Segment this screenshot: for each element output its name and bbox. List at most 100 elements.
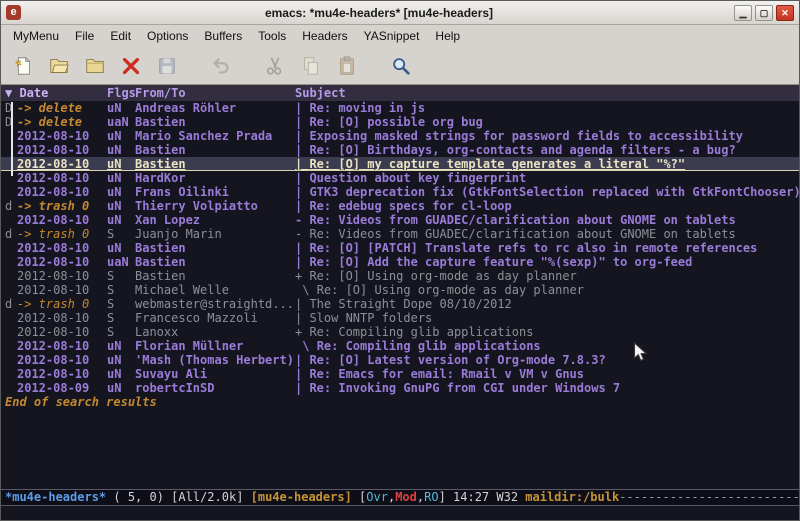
message-mark: [5, 269, 17, 283]
message-flags: uN: [107, 241, 135, 255]
kill-buffer-icon[interactable]: [117, 52, 145, 80]
message-date: 2012-08-10: [17, 283, 107, 297]
message-subject: Re: moving in js: [309, 101, 799, 115]
minibuffer[interactable]: [1, 506, 799, 520]
headers-header-line: ▼ Date Flgs From/To Subject: [1, 85, 799, 101]
open-file-icon[interactable]: [45, 52, 73, 80]
message-date: 2012-08-10: [17, 353, 107, 367]
message-from: Xan Lopez: [135, 213, 295, 227]
message-date: 2012-08-10: [17, 157, 107, 170]
column-header-flags[interactable]: Flgs: [107, 85, 135, 101]
message-row[interactable]: d-> trash 0uNThierry Volpiatto| Re: edeb…: [1, 199, 799, 213]
search-icon[interactable]: [387, 52, 415, 80]
column-header-date[interactable]: ▼ Date: [5, 85, 107, 101]
menu-mymenu[interactable]: MyMenu: [5, 26, 67, 46]
message-row[interactable]: D-> deleteuaNBastien| Re: [O] possible o…: [1, 115, 799, 129]
message-row[interactable]: 2012-08-10uNMario Sanchez Prada| Exposin…: [1, 129, 799, 143]
menu-buffers[interactable]: Buffers: [196, 26, 250, 46]
new-file-icon[interactable]: [9, 52, 37, 80]
menu-options[interactable]: Options: [139, 26, 196, 46]
message-date: 2012-08-10: [17, 255, 107, 269]
message-thread-sep: |: [295, 185, 309, 199]
message-row[interactable]: 2012-08-10uNFrans Oilinki| GTK3 deprecat…: [1, 185, 799, 199]
message-row[interactable]: 2012-08-10SBastien+ Re: [O] Using org-mo…: [1, 269, 799, 283]
cut-icon: [261, 52, 289, 80]
message-mark: d: [5, 227, 17, 241]
message-date: 2012-08-10: [17, 325, 107, 339]
scrollbar-thumb[interactable]: [11, 102, 13, 176]
menu-headers[interactable]: Headers: [294, 26, 355, 46]
message-row[interactable]: 2012-08-10uNHardKor| Question about key …: [1, 171, 799, 185]
message-mark: [5, 325, 17, 339]
message-row[interactable]: 2012-08-10uNBastien| Re: [O] Birthdays, …: [1, 143, 799, 157]
message-row[interactable]: 2012-08-10uNBastien| Re: [O] my capture …: [1, 157, 799, 171]
message-from: Bastien: [135, 241, 295, 255]
message-date: 2012-08-10: [17, 367, 107, 381]
minimize-button[interactable]: ▁: [734, 5, 752, 21]
message-subject: Re: [O] my capture template generates a …: [309, 157, 799, 170]
mode-line[interactable]: *mu4e-headers* ( 5, 0) [All/2.0k] [mu4e-…: [1, 489, 799, 506]
window-title: emacs: *mu4e-headers* [mu4e-headers]: [27, 6, 731, 20]
message-row[interactable]: D-> deleteuNAndreas Röhler| Re: moving i…: [1, 101, 799, 115]
message-row[interactable]: 2012-08-10uN'Mash (Thomas Herbert)| Re: …: [1, 353, 799, 367]
dired-icon[interactable]: [81, 52, 109, 80]
message-from: HardKor: [135, 171, 295, 185]
message-from: 'Mash (Thomas Herbert): [135, 353, 295, 367]
message-subject: Re: Videos from GUADEC/clarification abo…: [309, 213, 799, 227]
menu-file[interactable]: File: [67, 26, 102, 46]
message-date: -> delete: [17, 115, 107, 129]
menu-tools[interactable]: Tools: [250, 26, 294, 46]
message-from: Juanjo Marin: [135, 227, 295, 241]
message-date: -> trash 0: [17, 199, 107, 213]
titlebar[interactable]: e emacs: *mu4e-headers* [mu4e-headers] ▁…: [1, 1, 799, 25]
message-from: Bastien: [135, 269, 295, 283]
message-row[interactable]: 2012-08-10uNFlorian Müllner \ Re: Compil…: [1, 339, 799, 353]
message-flags: S: [107, 269, 135, 283]
message-row[interactable]: 2012-08-10uNBastien| Re: [O] [PATCH] Tra…: [1, 241, 799, 255]
message-thread-sep: |: [295, 297, 309, 311]
message-row[interactable]: 2012-08-09uNrobertcInSD| Re: Invoking Gn…: [1, 381, 799, 395]
maximize-button[interactable]: ▢: [755, 5, 773, 21]
message-subject: Slow NNTP folders: [309, 311, 799, 325]
message-subject: Re: [O] Using org-mode as day planner: [309, 269, 799, 283]
message-date: 2012-08-10: [17, 171, 107, 185]
message-from: Florian Müllner: [135, 339, 295, 353]
message-thread-sep: \: [295, 283, 317, 297]
message-row[interactable]: 2012-08-10SFrancesco Mazzoli| Slow NNTP …: [1, 311, 799, 325]
message-from: Bastien: [135, 157, 295, 170]
message-row[interactable]: d-> trash 0Swebmaster@straightd...| The …: [1, 297, 799, 311]
message-thread-sep: |: [295, 101, 309, 115]
message-flags: uN: [107, 213, 135, 227]
message-from: Mario Sanchez Prada: [135, 129, 295, 143]
paste-icon: [333, 52, 361, 80]
message-mark: [5, 241, 17, 255]
column-header-from[interactable]: From/To: [135, 85, 295, 101]
message-from: Michael Welle: [135, 283, 295, 297]
message-date: 2012-08-10: [17, 213, 107, 227]
message-row[interactable]: 2012-08-10uNSuvayu Ali| Re: Emacs for em…: [1, 367, 799, 381]
close-button[interactable]: ✕: [776, 5, 794, 21]
message-list: D-> deleteuNAndreas Röhler| Re: moving i…: [1, 101, 799, 489]
message-mark: [5, 353, 17, 367]
message-mark: [5, 213, 17, 227]
message-flags: uN: [107, 353, 135, 367]
column-header-subject[interactable]: Subject: [295, 85, 346, 101]
message-date: 2012-08-10: [17, 185, 107, 199]
menu-help[interactable]: Help: [427, 26, 468, 46]
message-mark: [5, 311, 17, 325]
message-row[interactable]: 2012-08-10uNXan Lopez- Re: Videos from G…: [1, 213, 799, 227]
message-row[interactable]: d-> trash 0SJuanjo Marin- Re: Videos fro…: [1, 227, 799, 241]
message-row[interactable]: 2012-08-10SLanoxx+ Re: Compiling glib ap…: [1, 325, 799, 339]
emacs-window: e emacs: *mu4e-headers* [mu4e-headers] ▁…: [0, 0, 800, 521]
modeline-segment: 14:27 W32: [453, 490, 525, 504]
message-thread-sep: |: [295, 143, 309, 157]
message-subject: Re: [O] possible org bug: [309, 115, 799, 129]
menu-yasnippet[interactable]: YASnippet: [356, 26, 428, 46]
undo-icon: [207, 52, 235, 80]
message-from: Frans Oilinki: [135, 185, 295, 199]
menu-edit[interactable]: Edit: [102, 26, 139, 46]
message-row[interactable]: 2012-08-10SMichael Welle \ Re: [O] Using…: [1, 283, 799, 297]
modeline-segment: --------------------------------------: [619, 490, 799, 504]
modeline-segment: maildir:/bulk: [525, 490, 619, 504]
message-row[interactable]: 2012-08-10uaNBastien| Re: [O] Add the ca…: [1, 255, 799, 269]
